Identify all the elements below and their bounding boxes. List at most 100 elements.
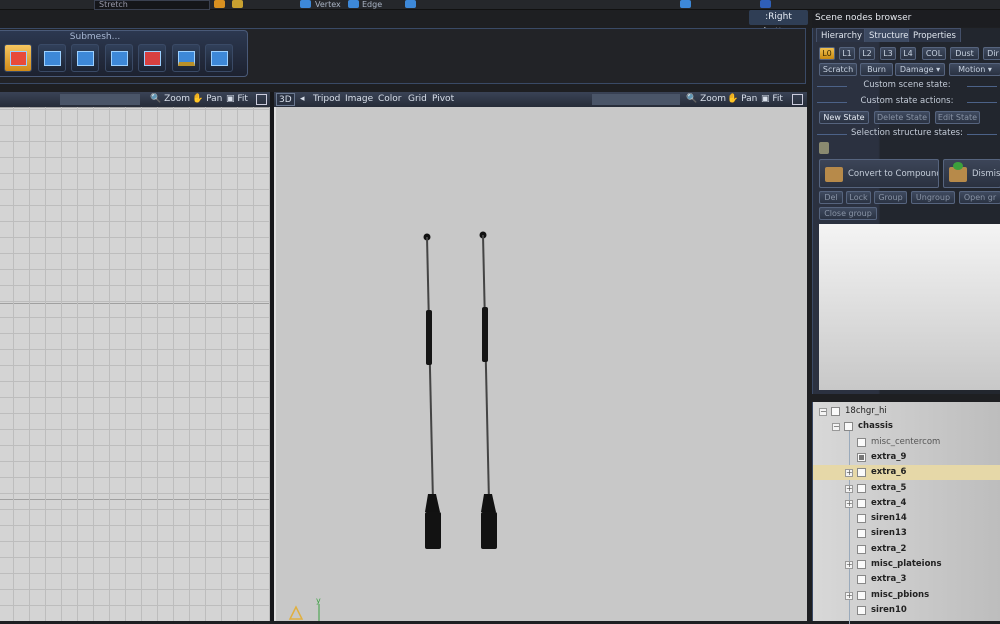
tab-properties[interactable]: Properties [908, 28, 961, 42]
expander-plus-icon[interactable]: + [845, 561, 853, 569]
tree-node[interactable]: extra_2 [813, 542, 1000, 557]
submesh-detach-button[interactable] [38, 44, 66, 72]
left-viewport-grid[interactable] [0, 107, 270, 621]
group-button[interactable]: Group [874, 191, 907, 204]
burn-button[interactable]: Burn [860, 63, 893, 76]
tree-node[interactable]: siren10 [813, 603, 1000, 618]
menu-color[interactable]: Color [378, 92, 402, 107]
visibility-checkbox[interactable] [857, 514, 866, 524]
tree-node[interactable]: − 18chgr_hi [813, 404, 1000, 419]
pan-button[interactable]: ✋ Pan [192, 92, 222, 107]
fit-button[interactable]: ▣ Fit [226, 92, 248, 107]
tree-node[interactable]: − chassis [813, 419, 1000, 434]
submesh-weld-button[interactable] [205, 44, 233, 72]
lock-icon[interactable] [819, 142, 829, 154]
expander-plus-icon[interactable]: + [845, 469, 853, 478]
menu-image[interactable]: Image [345, 92, 373, 107]
tree-node[interactable]: + extra_5 [813, 481, 1000, 496]
lock-button[interactable]: Lock [846, 191, 871, 204]
visibility-checkbox[interactable] [857, 529, 866, 539]
lod-l3-button[interactable]: L3 [880, 47, 896, 60]
submesh-triangulate-button[interactable] [138, 44, 166, 72]
visibility-checkbox[interactable] [844, 422, 853, 432]
visibility-checkbox[interactable] [857, 452, 866, 462]
open-group-button[interactable]: Open gr [959, 191, 1000, 204]
lod-l4-button[interactable]: L4 [900, 47, 916, 60]
visibility-checkbox[interactable] [857, 468, 866, 478]
visibility-checkbox[interactable] [857, 498, 866, 508]
tree-node[interactable]: extra_9 [813, 450, 1000, 465]
view-mode-button[interactable]: 3D [276, 93, 295, 106]
ungroup-button[interactable]: Ungroup [911, 191, 955, 204]
visibility-checkbox[interactable] [857, 483, 866, 493]
expander-plus-icon[interactable]: + [845, 484, 853, 493]
convert-to-compound-button[interactable]: Convert to Compound [819, 159, 939, 188]
expander-minus-icon[interactable]: − [819, 408, 827, 416]
tree-node[interactable]: + misc_plateions [813, 557, 1000, 572]
expander-plus-icon[interactable]: + [845, 591, 853, 600]
tab-structure[interactable]: Structure [864, 28, 914, 42]
display-mode-icons[interactable] [60, 94, 140, 105]
damage-dropdown[interactable]: Damage ▾ [895, 63, 945, 76]
tree-node[interactable]: siren14 [813, 511, 1000, 526]
zoom-button[interactable]: 🔍 Zoom [686, 92, 726, 107]
fit-button[interactable]: ▣ Fit [761, 92, 783, 107]
lod-l2-button[interactable]: L2 [859, 47, 875, 60]
zoom-button[interactable]: 🔍 Zoom [150, 92, 190, 107]
tree-node[interactable]: + misc_pbions [813, 588, 1000, 603]
expander-plus-icon[interactable]: + [845, 499, 853, 508]
dismiss-button[interactable]: Dismiss [943, 159, 1000, 188]
3d-viewport[interactable]: y [274, 107, 807, 621]
submesh-bevel-button[interactable] [172, 44, 200, 72]
menu-tripod[interactable]: Tripod [313, 92, 340, 107]
visibility-checkbox[interactable] [857, 544, 866, 554]
visibility-checkbox[interactable] [857, 575, 866, 585]
motion-dropdown[interactable]: Motion ▾ [949, 63, 1000, 76]
states-list[interactable] [819, 224, 1000, 390]
tree-node[interactable]: misc_centercom [813, 435, 1000, 450]
visibility-checkbox[interactable] [857, 560, 866, 569]
edge-mode-button[interactable]: Edge [362, 0, 382, 10]
submesh-split-button[interactable] [4, 44, 32, 72]
submesh-extrude-button[interactable] [71, 44, 99, 72]
vertex-mode-icon[interactable] [300, 0, 311, 8]
tree-node[interactable]: siren13 [813, 526, 1000, 541]
pan-button[interactable]: ✋ Pan [727, 92, 757, 107]
display-mode-icons[interactable] [592, 94, 680, 105]
edit-state-button[interactable]: Edit State [935, 111, 980, 124]
expander-minus-icon[interactable]: − [832, 423, 840, 432]
vertex-mode-button[interactable]: Vertex [315, 0, 341, 10]
primitive-icons[interactable] [680, 0, 691, 8]
scratch-button[interactable]: Scratch [819, 63, 857, 76]
submesh-cut-button[interactable] [105, 44, 133, 72]
tree-node[interactable]: + extra_6 [813, 465, 1000, 481]
visibility-checkbox[interactable] [857, 590, 866, 600]
visibility-checkbox[interactable] [857, 437, 866, 447]
new-state-button[interactable]: New State [819, 111, 869, 124]
lod-l0-button[interactable]: L0 [819, 47, 835, 60]
tool-icon-a[interactable] [214, 0, 225, 8]
tree-node[interactable]: + extra_4 [813, 496, 1000, 511]
close-group-button[interactable]: Close group [819, 207, 877, 220]
col-button[interactable]: COL [922, 47, 946, 60]
transform-mode-field[interactable]: Stretch [94, 0, 210, 10]
delete-state-button[interactable]: Delete State [874, 111, 930, 124]
collapse-arrow-icon[interactable]: ◂ [300, 92, 305, 107]
visibility-checkbox[interactable] [831, 407, 840, 416]
visibility-checkbox[interactable] [857, 605, 866, 615]
sphere-icon[interactable] [760, 0, 771, 8]
menu-pivot[interactable]: Pivot [432, 92, 454, 107]
tree-node[interactable]: extra_3 [813, 572, 1000, 587]
right-button-label[interactable]: :Right button [749, 10, 808, 37]
edge-mode-icon[interactable] [348, 0, 359, 8]
tool-icon-b[interactable] [232, 0, 243, 8]
tab-hierarchy[interactable]: Hierarchy [816, 28, 868, 42]
dirt-button[interactable]: Dir [983, 47, 1000, 60]
menu-grid[interactable]: Grid [408, 92, 427, 107]
face-mode-icon[interactable] [405, 0, 416, 8]
maximize-icon[interactable] [256, 94, 267, 105]
dust-button[interactable]: Dust [950, 47, 979, 60]
lod-l1-button[interactable]: L1 [839, 47, 855, 60]
del-button[interactable]: Del [819, 191, 843, 204]
maximize-icon[interactable] [792, 94, 803, 105]
